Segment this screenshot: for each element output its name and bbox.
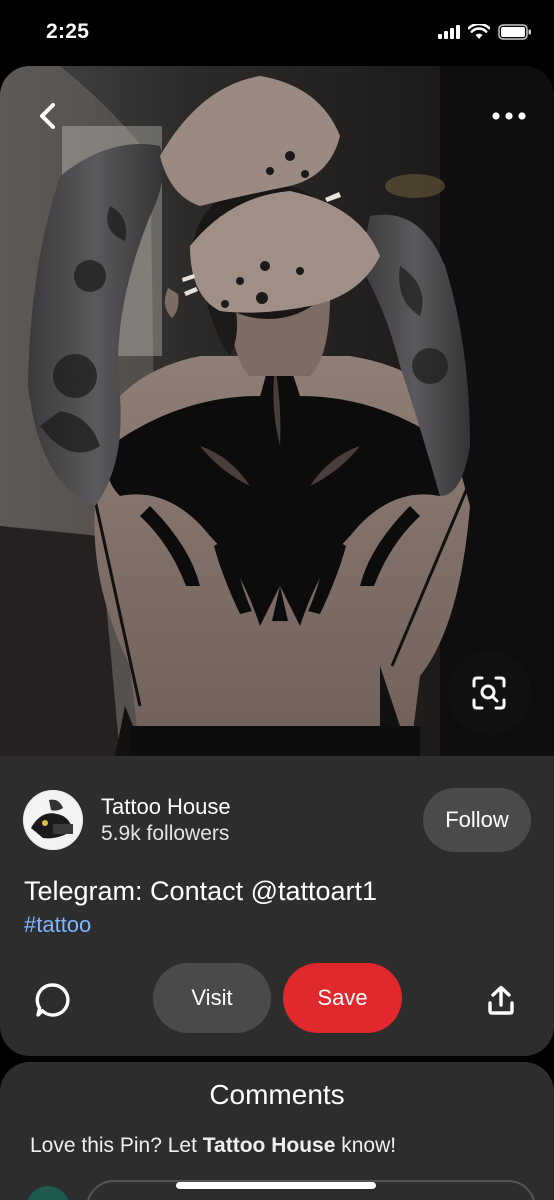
- user-avatar: [26, 1186, 70, 1200]
- status-icons: [438, 24, 532, 40]
- signal-icon: [438, 25, 460, 39]
- comment-bubble-icon: [35, 983, 70, 1017]
- comments-prompt: Love this Pin? Let Tattoo House know!: [30, 1134, 396, 1158]
- home-indicator[interactable]: [176, 1182, 376, 1189]
- comments-prompt-prefix: Love this Pin? Let: [30, 1134, 203, 1157]
- pin-image[interactable]: [0, 66, 554, 756]
- status-bar: 2:25: [0, 0, 554, 66]
- creator-followers: 5.9k followers: [101, 822, 230, 845]
- status-time: 2:25: [46, 20, 90, 43]
- comments-title: Comments: [209, 1079, 345, 1110]
- creator-name[interactable]: Tattoo House: [101, 794, 231, 820]
- battery-icon: [498, 24, 531, 40]
- more-dots-icon: [492, 112, 526, 120]
- wifi-icon: [468, 24, 490, 39]
- back-arrow-icon: [40, 103, 55, 129]
- creator-row: Tattoo House 5.9k followers Follow: [0, 788, 554, 854]
- pin-title: Telegram: Contact @tattoart1: [24, 876, 378, 906]
- share-icon: [488, 985, 514, 1015]
- comment-button[interactable]: [33, 980, 73, 1020]
- follow-button[interactable]: Follow: [423, 788, 531, 852]
- save-button[interactable]: Save: [283, 963, 402, 1033]
- creator-avatar[interactable]: [23, 790, 83, 850]
- comments-panel: Comments Love this Pin? Let Tattoo House…: [0, 1062, 554, 1200]
- back-button[interactable]: [28, 96, 68, 136]
- visual-search-button[interactable]: [447, 651, 531, 735]
- visual-search-icon: [472, 676, 506, 710]
- visit-button[interactable]: Visit: [153, 963, 271, 1033]
- more-options-button[interactable]: [484, 96, 534, 136]
- comments-prompt-suffix: know!: [335, 1134, 397, 1157]
- pin-card: Tattoo House 5.9k followers Follow Teleg…: [0, 66, 554, 1056]
- share-button[interactable]: [481, 980, 521, 1020]
- pin-hashtag[interactable]: #tattoo: [24, 912, 91, 938]
- comments-prompt-name: Tattoo House: [202, 1134, 336, 1157]
